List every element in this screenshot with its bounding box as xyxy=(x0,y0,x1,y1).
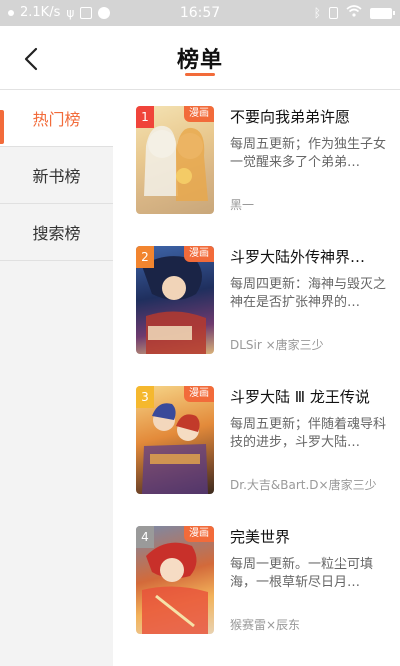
rank-badge: 3 xyxy=(136,386,154,408)
header: 榜单 xyxy=(0,26,400,90)
item-description: 每周五更新；伴随着魂导科技的进步，斗罗大陆… xyxy=(230,417,387,450)
battery-icon xyxy=(370,7,395,19)
sidebar-item-label: 热门榜 xyxy=(32,110,81,129)
item-info: 斗罗大陆外传神界… 每周四更新：海神与毁灭之神在是否扩张神界的… DLSir ×… xyxy=(230,246,390,352)
comic-tag: 漫画 xyxy=(184,106,214,122)
comic-tag: 漫画 xyxy=(184,526,214,542)
cover-image: 3 漫画 xyxy=(136,386,214,494)
item-info: 完美世界 每周一更新。一粒尘可填海，一根草斩尽日月… 猴赛雷×辰东 xyxy=(230,526,390,632)
cover-image: 2 漫画 xyxy=(136,246,214,354)
wifi-icon xyxy=(346,5,362,21)
item-title: 不要向我弟弟许愿 xyxy=(230,108,351,126)
item-author: Dr.大吉&Bart.D×唐家三少 xyxy=(230,478,377,492)
sidebar-item-hot[interactable]: 热门榜 xyxy=(0,90,113,147)
cover-image: 4 漫画 xyxy=(136,526,214,634)
item-description: 每周一更新。一粒尘可填海，一根草斩尽日月… xyxy=(230,557,374,590)
list-item[interactable]: 3 漫画 斗罗大陆 Ⅲ 龙王传说 每周五更新；伴随着魂导科技的进步，斗罗大陆… … xyxy=(113,370,400,510)
list-item[interactable]: 4 漫画 完美世界 每周一更新。一粒尘可填海，一根草斩尽日月… 猴赛雷×辰东 xyxy=(113,510,400,650)
sidebar-item-label: 搜索榜 xyxy=(32,224,81,243)
item-author: 黑一 xyxy=(230,198,255,212)
sidebar-item-search[interactable]: 搜索榜 xyxy=(0,204,113,261)
list-item[interactable]: 1 漫画 不要向我弟弟许愿 每周五更新；作为独生子女一觉醒来多了个弟弟… 黑一 xyxy=(113,90,400,230)
item-title: 斗罗大陆外传神界… xyxy=(230,248,366,266)
vibrate-icon xyxy=(329,7,338,19)
comic-tag: 漫画 xyxy=(184,246,214,262)
rank-badge: 1 xyxy=(136,106,154,128)
sidebar: 热门榜 新书榜 搜索榜 xyxy=(0,90,113,666)
item-description: 每周五更新；作为独生子女一觉醒来多了个弟弟… xyxy=(230,137,387,170)
item-author: DLSir ×唐家三少 xyxy=(230,338,324,352)
cover-image: 1 漫画 xyxy=(136,106,214,214)
title-underline xyxy=(185,73,215,76)
rank-badge: 4 xyxy=(136,526,154,548)
item-title: 斗罗大陆 Ⅲ 龙王传说 xyxy=(230,388,370,406)
page-title: 榜单 xyxy=(176,48,223,73)
status-bar: 2.1K/s ψ 16:57 ᛒ xyxy=(0,0,400,26)
item-title: 完美世界 xyxy=(230,528,291,546)
status-right: ᛒ xyxy=(313,5,395,21)
item-info: 斗罗大陆 Ⅲ 龙王传说 每周五更新；伴随着魂导科技的进步，斗罗大陆… Dr.大吉… xyxy=(230,386,390,492)
item-description: 每周四更新：海神与毁灭之神在是否扩张神界的… xyxy=(230,277,387,310)
ranking-list: 1 漫画 不要向我弟弟许愿 每周五更新；作为独生子女一觉醒来多了个弟弟… 黑一 … xyxy=(113,90,400,666)
bluetooth-icon: ᛒ xyxy=(313,6,321,20)
sidebar-item-label: 新书榜 xyxy=(32,167,81,186)
comic-tag: 漫画 xyxy=(184,386,214,402)
list-item[interactable]: 2 漫画 斗罗大陆外传神界… 每周四更新：海神与毁灭之神在是否扩张神界的… DL… xyxy=(113,230,400,370)
item-author: 猴赛雷×辰东 xyxy=(230,618,301,632)
sidebar-item-new[interactable]: 新书榜 xyxy=(0,147,113,204)
rank-badge: 2 xyxy=(136,246,154,268)
item-info: 不要向我弟弟许愿 每周五更新；作为独生子女一觉醒来多了个弟弟… 黑一 xyxy=(230,106,390,212)
